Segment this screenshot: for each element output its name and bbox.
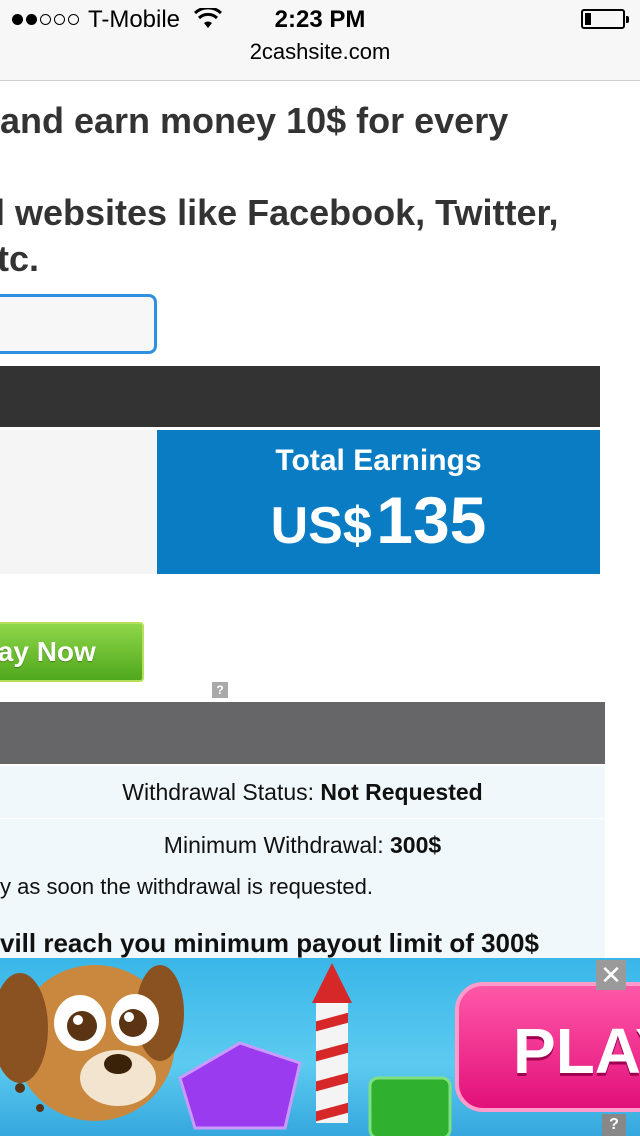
withdrawal-status-label: Withdrawal Status: xyxy=(122,779,321,805)
left-panel xyxy=(0,430,156,574)
ad-play-button[interactable]: PLAY xyxy=(455,982,640,1112)
close-icon[interactable]: ✕ xyxy=(596,960,626,990)
earnings-title: Total Earnings xyxy=(275,444,482,477)
payment-note: y as soon the withdrawal is requested. xyxy=(0,874,373,899)
status-bar: T-Mobile 2:23 PM 2cashsite.com xyxy=(0,0,640,81)
green-gem-image xyxy=(368,1076,452,1136)
earnings-currency: US$ xyxy=(270,497,372,555)
earnings-value: 135 xyxy=(376,483,487,557)
minimum-withdrawal-row: Minimum Withdrawal: 300$ xyxy=(0,819,605,871)
screen: T-Mobile 2:23 PM 2cashsite.com and earn … xyxy=(0,0,640,1136)
withdrawal-status-row: Withdrawal Status: Not Requested xyxy=(0,766,605,818)
ad-info-icon[interactable]: ? xyxy=(212,682,228,698)
purple-gem-image xyxy=(178,1041,302,1130)
earnings-amount: US$ 135 xyxy=(157,482,600,558)
dark-header-bar xyxy=(0,366,600,427)
section-header-bar xyxy=(0,702,605,764)
ad-info-icon-banner[interactable]: ? xyxy=(602,1114,626,1136)
play-now-button[interactable]: lay Now xyxy=(0,622,144,682)
headline-line-1: and earn money 10$ for every xyxy=(0,100,509,141)
text-input-field[interactable] xyxy=(0,294,157,354)
clock: 2:23 PM xyxy=(274,6,366,33)
payout-note: vill reach you minimum payout limit of 3… xyxy=(0,928,539,958)
minimum-withdrawal-value: 300$ xyxy=(390,832,442,858)
address-bar-url[interactable]: 2cashsite.com xyxy=(0,39,640,65)
headline-line-3: tc. xyxy=(0,238,40,279)
withdrawal-status-value: Not Requested xyxy=(320,779,483,805)
puppy-character-image xyxy=(0,965,184,1121)
minimum-withdrawal-label: Minimum Withdrawal: xyxy=(163,832,391,858)
ad-banner[interactable]: PLAY ✕ ? xyxy=(0,958,640,1136)
total-earnings-box: Total Earnings US$ 135 xyxy=(157,430,600,574)
firework-rocket-image xyxy=(312,963,352,1123)
battery-icon xyxy=(581,9,629,29)
headline-line-2: l websites like Facebook, Twitter, xyxy=(0,192,559,233)
